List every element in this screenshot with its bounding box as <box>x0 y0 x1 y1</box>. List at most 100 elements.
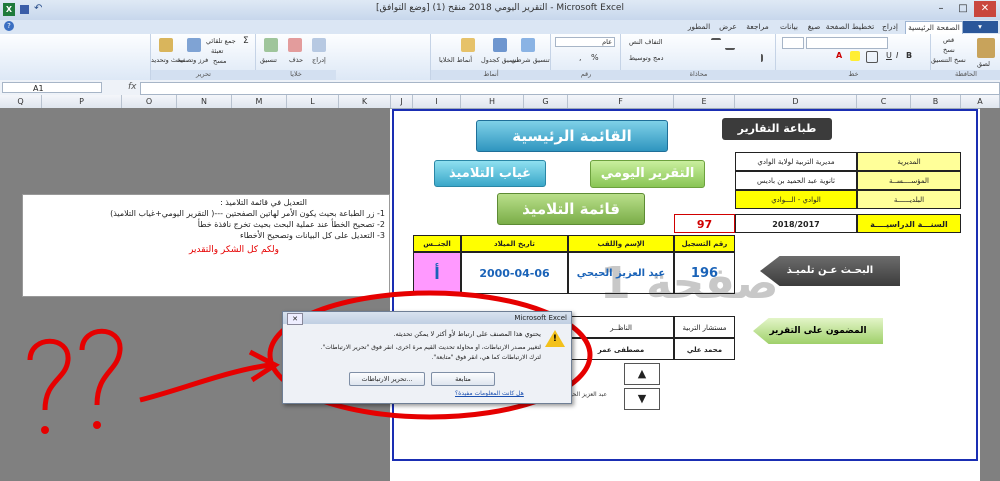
undo-icon[interactable]: ↶ <box>34 3 42 14</box>
info-value-municipality[interactable]: الوادي - الـــوادي <box>735 190 857 209</box>
save-icon[interactable] <box>20 5 29 14</box>
print-reports-button[interactable]: طباعة التقارير <box>722 118 832 140</box>
conditional-format-icon[interactable] <box>521 38 535 52</box>
fill-button[interactable]: تعبئة <box>211 47 223 55</box>
find-select-button[interactable]: بحث وتحديد <box>151 56 183 64</box>
column-header-g[interactable]: G <box>524 95 568 108</box>
column-header-f[interactable]: F <box>568 95 674 108</box>
tab-data[interactable]: بيانات <box>776 21 802 33</box>
column-header-p[interactable]: P <box>42 95 122 108</box>
column-header-b[interactable]: B <box>911 95 961 108</box>
title-bar: X ↶ التقرير اليومي 2018 منقح (1) [وضع ال… <box>0 0 1000 20</box>
format-cells-icon[interactable] <box>264 38 278 52</box>
edit-links-button[interactable]: تحرير الارتباطات... <box>349 372 425 386</box>
font-name-dropdown[interactable] <box>806 37 888 49</box>
insert-cells-button[interactable]: إدراج <box>312 56 326 64</box>
delete-cells-icon[interactable] <box>288 38 302 52</box>
percent-icon[interactable]: % <box>591 53 599 62</box>
align-middle-icon[interactable] <box>725 38 735 50</box>
copy-button[interactable]: نسخ <box>943 46 955 54</box>
search-student-button[interactable]: البحـث عـن تلميـذ <box>760 256 900 286</box>
info-value-school-year[interactable]: 2018/2017 <box>735 214 857 233</box>
student-list-button[interactable]: قائمة التلاميذ <box>497 193 645 225</box>
tab-page-layout[interactable]: تخطيط الصفحة <box>825 21 875 33</box>
format-painter-button[interactable]: نسخ التنسيق <box>931 56 966 64</box>
find-select-icon[interactable] <box>159 38 173 52</box>
maximize-button[interactable]: □ <box>952 1 974 17</box>
tab-formulas[interactable]: صيغ <box>803 21 825 33</box>
column-header-q[interactable]: Q <box>0 95 42 108</box>
column-header-o[interactable]: O <box>122 95 177 108</box>
student-registration-number[interactable]: 196 <box>674 252 735 294</box>
paste-label[interactable]: لصق <box>977 60 990 68</box>
header-gender: الجنــس <box>413 235 461 252</box>
number-format-dropdown[interactable]: عام <box>555 37 615 47</box>
info-value-directorate[interactable]: مديرية التربية لولاية الوادي <box>735 152 857 171</box>
excel-logo-icon[interactable]: X <box>3 3 15 16</box>
merge-center-button[interactable]: دمج وتوسيط <box>629 54 664 62</box>
align-top-icon[interactable] <box>711 38 721 50</box>
tab-view[interactable]: عرض <box>716 21 740 33</box>
tab-home[interactable]: الصفحة الرئيسية <box>905 21 963 34</box>
borders-icon[interactable] <box>866 51 878 63</box>
name-box[interactable]: A1 <box>2 82 102 93</box>
column-header-l[interactable]: L <box>287 95 339 108</box>
underline-icon[interactable]: U <box>886 51 892 60</box>
clear-button[interactable]: مسح <box>213 57 226 65</box>
column-header-n[interactable]: N <box>177 95 232 108</box>
column-header-a[interactable]: A <box>961 95 1000 108</box>
close-button[interactable]: ✕ <box>974 1 996 17</box>
tab-review[interactable]: مراجعة <box>740 21 775 33</box>
column-header-i[interactable]: I <box>413 95 461 108</box>
info-label-directorate: المديرية <box>857 152 961 171</box>
column-header-k[interactable]: K <box>339 95 391 108</box>
number-group: عام % , رقم <box>550 34 621 80</box>
minimize-button[interactable]: – <box>930 1 952 17</box>
align-right-icon[interactable] <box>751 54 763 62</box>
formula-input[interactable] <box>140 82 1000 95</box>
column-header-m[interactable]: M <box>232 95 287 108</box>
file-tab[interactable]: ▾ <box>962 21 998 33</box>
format-as-table-button[interactable]: تنسيق كجدول <box>481 56 519 64</box>
signature-advisor-name[interactable]: محمد علي <box>674 338 735 360</box>
format-as-table-icon[interactable] <box>493 38 507 52</box>
fill-color-icon[interactable] <box>850 51 860 61</box>
column-header-c[interactable]: C <box>857 95 911 108</box>
help-icon[interactable]: ? <box>4 21 14 31</box>
cell-styles-icon[interactable] <box>461 38 475 52</box>
report-content-button[interactable]: المضمون على التقرير <box>753 318 883 344</box>
tab-insert[interactable]: إدراج <box>876 21 904 33</box>
font-color-icon[interactable]: A <box>836 51 842 60</box>
wrap-text-button[interactable]: التفاف النص <box>629 38 663 46</box>
delete-cells-button[interactable]: حذف <box>289 56 303 64</box>
scroll-up-button[interactable]: ▲ <box>624 363 660 385</box>
record-number[interactable]: 97 <box>674 214 735 233</box>
comma-style-icon[interactable]: , <box>579 53 582 62</box>
info-value-institution[interactable]: ثانوية عبد الحميد بن باديس <box>735 171 857 190</box>
dialog-help-link[interactable]: هل كانت المعلومات مفيدة؟ <box>455 390 524 397</box>
autosum-icon[interactable]: Σ <box>243 36 249 46</box>
format-cells-button[interactable]: تنسيق <box>260 56 277 64</box>
column-header-h[interactable]: H <box>461 95 524 108</box>
bold-icon[interactable]: B <box>906 51 912 60</box>
italic-icon[interactable]: I <box>896 51 898 60</box>
main-menu-button[interactable]: القائمة الرئيسية <box>476 120 668 152</box>
dialog-close-button[interactable]: ✕ <box>287 313 303 325</box>
column-header-e[interactable]: E <box>674 95 735 108</box>
sort-filter-icon[interactable] <box>187 38 201 52</box>
paste-icon[interactable] <box>977 38 995 58</box>
function-icon[interactable]: fx <box>128 82 137 92</box>
autosum-button[interactable]: جمع تلقائي <box>206 37 236 45</box>
continue-button[interactable]: متابعة <box>431 372 495 386</box>
scroll-down-button[interactable]: ▼ <box>624 388 660 410</box>
excel-links-dialog[interactable]: Microsoft Excel ✕ ! يحتوي هذا المصنف على… <box>282 311 572 404</box>
tab-developer[interactable]: المطور <box>683 21 715 33</box>
cut-button[interactable]: قص <box>943 36 954 44</box>
insert-cells-icon[interactable] <box>312 38 326 52</box>
student-absence-button[interactable]: غياب التلاميذ <box>434 160 546 187</box>
font-size-dropdown[interactable] <box>782 37 804 49</box>
column-header-d[interactable]: D <box>735 95 857 108</box>
cell-styles-button[interactable]: أنماط الخلايا <box>439 56 472 64</box>
daily-report-button[interactable]: التقرير اليومي <box>590 160 705 188</box>
column-header-j[interactable]: J <box>391 95 413 108</box>
